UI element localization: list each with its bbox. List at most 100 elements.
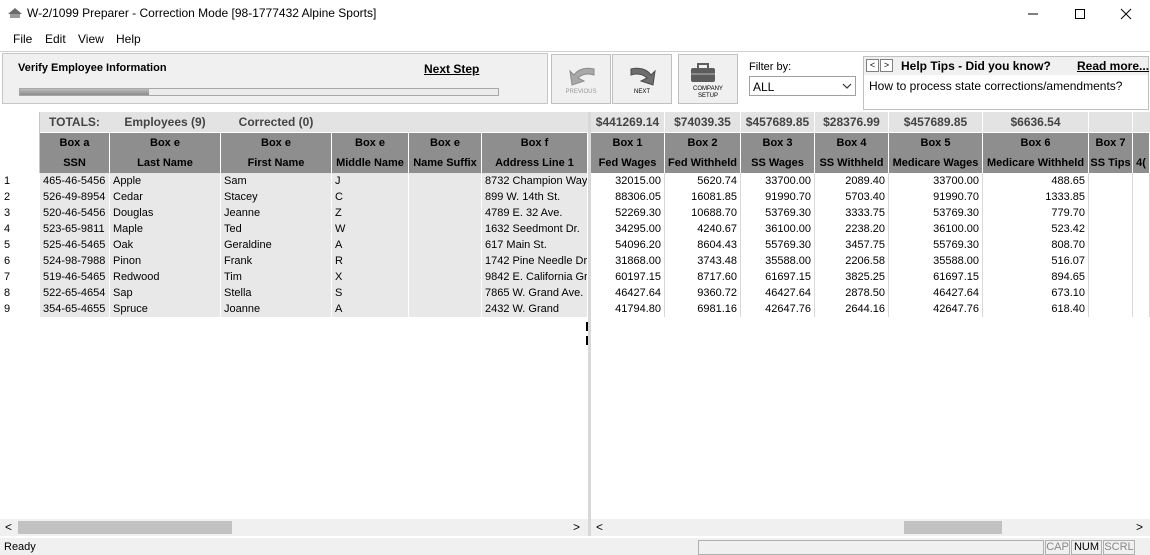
table-cell[interactable]: 61697.15 bbox=[889, 269, 983, 285]
table-cell[interactable]: Sam bbox=[221, 173, 332, 189]
table-cell[interactable]: 36100.00 bbox=[741, 221, 815, 237]
scroll-left-arrow[interactable]: < bbox=[591, 519, 608, 536]
table-cell[interactable]: 2206.58 bbox=[815, 253, 889, 269]
table-cell[interactable]: 35588.00 bbox=[741, 253, 815, 269]
box-header-cell[interactable] bbox=[1133, 133, 1150, 153]
row-number[interactable]: 2 bbox=[0, 189, 40, 205]
table-cell[interactable]: 524-98-7988 bbox=[40, 253, 110, 269]
close-button[interactable] bbox=[1103, 0, 1149, 28]
table-row[interactable]: 34295.00 4240.67 36100.00 2238.20 36100.00 52… bbox=[591, 221, 1150, 237]
table-cell[interactable] bbox=[1089, 189, 1133, 205]
tip-next-button[interactable]: > bbox=[880, 59, 893, 72]
box-header-cell[interactable]: Box 5 bbox=[889, 133, 983, 153]
table-cell[interactable]: 520-46-5456 bbox=[40, 205, 110, 221]
table-cell[interactable]: 8604.43 bbox=[665, 237, 741, 253]
next-button[interactable]: NEXT bbox=[612, 54, 672, 104]
table-cell[interactable] bbox=[1089, 173, 1133, 189]
table-cell[interactable] bbox=[1089, 269, 1133, 285]
table-cell[interactable]: 46427.64 bbox=[741, 285, 815, 301]
column-header-cell[interactable]: Name Suffix bbox=[409, 153, 482, 173]
table-cell[interactable]: Oak bbox=[110, 237, 221, 253]
table-cell[interactable] bbox=[1089, 253, 1133, 269]
table-row[interactable]: 520-46-5456 Douglas Jeanne Z 4789 E. 32 Ave. bbox=[40, 205, 588, 221]
box-header-cell[interactable]: Box 1 bbox=[591, 133, 665, 153]
row-number[interactable]: 9 bbox=[0, 301, 40, 317]
table-cell[interactable]: 488.65 bbox=[983, 173, 1089, 189]
box-header-cell[interactable]: Box f bbox=[482, 133, 588, 153]
column-header-cell[interactable]: 4( bbox=[1133, 153, 1150, 173]
table-cell[interactable]: 808.70 bbox=[983, 237, 1089, 253]
table-cell[interactable]: 1742 Pine Needle Dr. bbox=[482, 253, 588, 269]
table-cell[interactable]: 519-46-5465 bbox=[40, 269, 110, 285]
table-cell[interactable] bbox=[409, 221, 482, 237]
table-cell[interactable] bbox=[1133, 253, 1150, 269]
table-cell[interactable]: 7865 W. Grand Ave. bbox=[482, 285, 588, 301]
table-row[interactable]: 526-49-8954 Cedar Stacey C 899 W. 14th St. bbox=[40, 189, 588, 205]
table-row[interactable]: 354-65-4655 Spruce Joanne A 2432 W. Grand bbox=[40, 301, 588, 317]
table-cell[interactable] bbox=[409, 285, 482, 301]
box-header-cell[interactable]: Box a bbox=[40, 133, 110, 153]
table-cell[interactable]: 617 Main St. bbox=[482, 237, 588, 253]
table-row[interactable]: 522-65-4654 Sap Stella S 7865 W. Grand Ave. bbox=[40, 285, 588, 301]
table-cell[interactable] bbox=[409, 269, 482, 285]
column-header-cell[interactable]: Medicare Withheld bbox=[983, 153, 1089, 173]
box-header-cell[interactable]: Box 4 bbox=[815, 133, 889, 153]
table-cell[interactable]: Frank bbox=[221, 253, 332, 269]
table-cell[interactable]: 53769.30 bbox=[889, 205, 983, 221]
table-cell[interactable]: Jeanne bbox=[221, 205, 332, 221]
row-number[interactable]: 1 bbox=[0, 173, 40, 189]
column-header-cell[interactable]: Middle Name bbox=[332, 153, 409, 173]
table-cell[interactable] bbox=[1133, 221, 1150, 237]
table-cell[interactable]: 8717.60 bbox=[665, 269, 741, 285]
table-cell[interactable]: 522-65-4654 bbox=[40, 285, 110, 301]
next-step-link[interactable]: Next Step bbox=[424, 62, 479, 76]
table-cell[interactable]: Cedar bbox=[110, 189, 221, 205]
table-cell[interactable]: X bbox=[332, 269, 409, 285]
table-cell[interactable]: 523-65-9811 bbox=[40, 221, 110, 237]
table-cell[interactable]: 2089.40 bbox=[815, 173, 889, 189]
box-header-cell[interactable]: Box e bbox=[110, 133, 221, 153]
row-number[interactable]: 4 bbox=[0, 221, 40, 237]
table-cell[interactable]: Tim bbox=[221, 269, 332, 285]
table-cell[interactable] bbox=[409, 237, 482, 253]
table-cell[interactable]: Stella bbox=[221, 285, 332, 301]
table-cell[interactable]: Maple bbox=[110, 221, 221, 237]
table-cell[interactable]: 4240.67 bbox=[665, 221, 741, 237]
table-cell[interactable] bbox=[409, 189, 482, 205]
table-cell[interactable]: 10688.70 bbox=[665, 205, 741, 221]
table-cell[interactable]: 41794.80 bbox=[591, 301, 665, 317]
table-cell[interactable]: 5703.40 bbox=[815, 189, 889, 205]
table-cell[interactable]: C bbox=[332, 189, 409, 205]
table-cell[interactable] bbox=[1133, 269, 1150, 285]
table-cell[interactable]: 465-46-5456 bbox=[40, 173, 110, 189]
box-header-cell[interactable]: Box e bbox=[221, 133, 332, 153]
tip-prev-button[interactable]: < bbox=[866, 59, 879, 72]
table-cell[interactable]: Pinon bbox=[110, 253, 221, 269]
table-row[interactable]: 60197.15 8717.60 61697.15 3825.25 61697.15 89… bbox=[591, 269, 1150, 285]
column-header-cell[interactable]: First Name bbox=[221, 153, 332, 173]
filter-dropdown[interactable]: ALL bbox=[749, 76, 856, 96]
table-cell[interactable]: 8732 Champion Way bbox=[482, 173, 588, 189]
table-cell[interactable] bbox=[1133, 237, 1150, 253]
table-cell[interactable]: 46427.64 bbox=[591, 285, 665, 301]
table-cell[interactable]: 523.42 bbox=[983, 221, 1089, 237]
table-cell[interactable]: 42647.76 bbox=[889, 301, 983, 317]
box-header-cell[interactable]: Box e bbox=[409, 133, 482, 153]
table-cell[interactable]: 61697.15 bbox=[741, 269, 815, 285]
row-number[interactable]: 8 bbox=[0, 285, 40, 301]
table-cell[interactable]: Douglas bbox=[110, 205, 221, 221]
table-cell[interactable]: 5620.74 bbox=[665, 173, 741, 189]
table-row[interactable]: 52269.30 10688.70 53769.30 3333.75 53769.30 7… bbox=[591, 205, 1150, 221]
table-cell[interactable]: S bbox=[332, 285, 409, 301]
table-row[interactable]: 524-98-7988 Pinon Frank R 1742 Pine Needle D… bbox=[40, 253, 588, 269]
column-header-cell[interactable]: SS Wages bbox=[741, 153, 815, 173]
scroll-right-arrow[interactable]: > bbox=[1131, 519, 1148, 536]
row-number[interactable]: 5 bbox=[0, 237, 40, 253]
table-cell[interactable]: Geraldine bbox=[221, 237, 332, 253]
table-cell[interactable]: A bbox=[332, 237, 409, 253]
read-more-link[interactable]: Read more... bbox=[1077, 59, 1149, 73]
table-cell[interactable]: 42647.76 bbox=[741, 301, 815, 317]
table-row[interactable]: 54096.20 8604.43 55769.30 3457.75 55769.30 80… bbox=[591, 237, 1150, 253]
menu-view[interactable]: View bbox=[78, 32, 104, 46]
previous-button[interactable]: PREVIOUS bbox=[551, 54, 611, 104]
